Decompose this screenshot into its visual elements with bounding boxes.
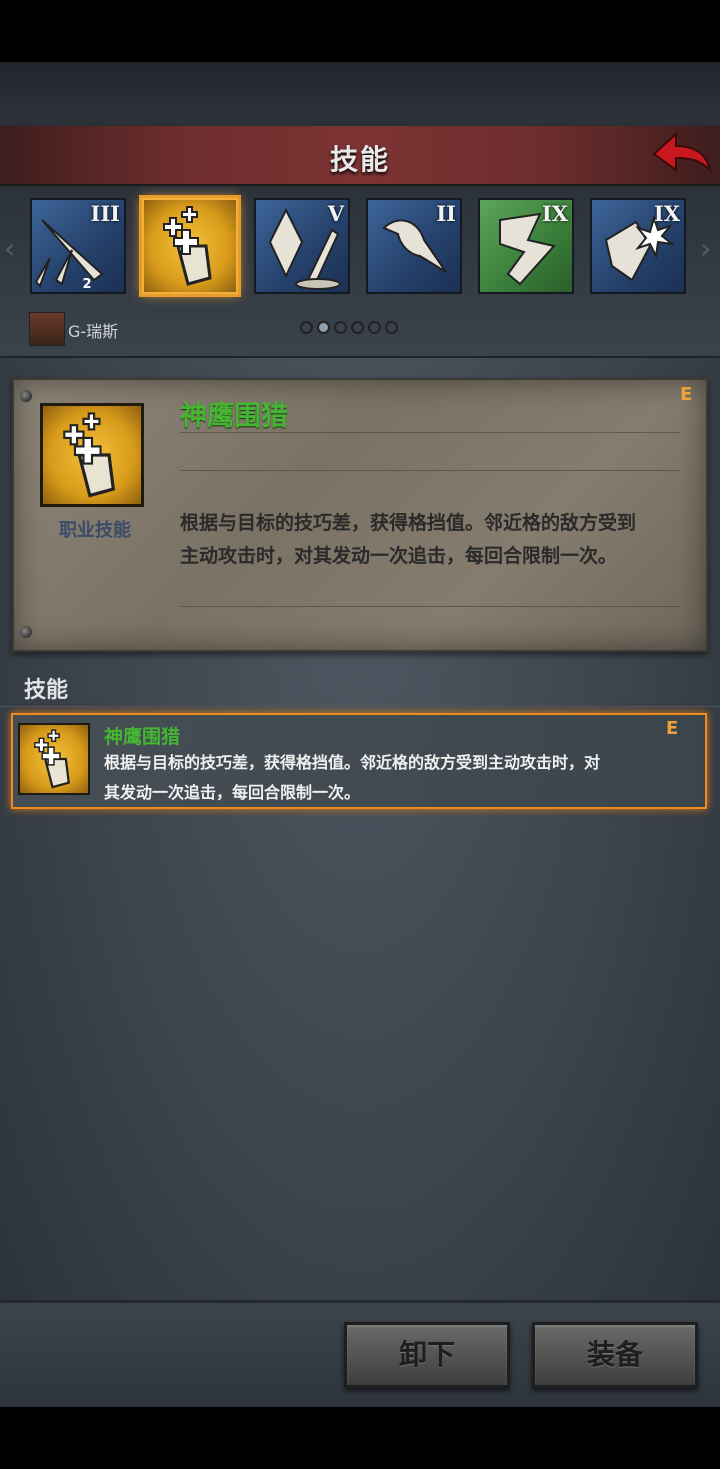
list-skill-description: 根据与目标的技巧差，获得格挡值。邻近格的敌方受到主动攻击时，对其发动一次追击，每… (104, 753, 601, 802)
skill-slot-6[interactable]: IX (590, 198, 686, 294)
skills-section-title: 技能 (24, 678, 69, 703)
skill-slot-3[interactable]: V (254, 198, 350, 294)
unequip-button[interactable]: 卸下 (344, 1322, 510, 1388)
section-divider (0, 706, 720, 707)
detail-skill-icon (40, 403, 144, 507)
list-skill-icon (18, 723, 90, 795)
divider (180, 606, 680, 607)
divider (180, 470, 680, 471)
page-title: 技能 (329, 143, 390, 176)
top-spacer (0, 62, 720, 126)
page-dot-active[interactable] (317, 321, 330, 334)
character-name: G-瑞斯 (68, 322, 119, 341)
character-avatar (29, 312, 65, 346)
detail-description: 根据与目标的技巧差，获得格挡值。邻近格的敌方受到主动攻击时，对其发动一次追击，每… (180, 512, 637, 567)
detail-grade: E (680, 384, 693, 405)
rivet-icon (20, 390, 32, 402)
skill-slot-2[interactable] (142, 198, 238, 294)
prev-arrow-icon[interactable]: ‹ (4, 232, 15, 265)
page-dot[interactable] (334, 321, 347, 334)
skill-rank: II (436, 201, 456, 226)
status-bar (0, 0, 720, 62)
class-skill-label: 职业技能 (59, 520, 131, 541)
next-arrow-icon[interactable]: › (700, 232, 711, 265)
rivet-icon (20, 626, 32, 638)
level-badge: 2 (74, 272, 100, 298)
detail-skill-name: 神鹰围猎 (180, 401, 288, 432)
page-dot[interactable] (300, 321, 313, 334)
page-dot[interactable] (385, 321, 398, 334)
skill-slot-5[interactable]: IX (478, 198, 574, 294)
skill-rank: IX (653, 201, 680, 226)
skill-rank: IX (541, 201, 568, 226)
equip-button[interactable]: 装备 (532, 1322, 698, 1388)
skill-rank: III (90, 201, 120, 226)
navigation-bar (0, 1407, 720, 1469)
gauntlet-icon (63, 412, 116, 498)
back-arrow-icon (652, 131, 712, 174)
gauntlet-icon (163, 206, 212, 286)
list-skill-grade: E (666, 718, 679, 739)
list-skill-name: 神鹰围猎 (104, 726, 181, 748)
back-button[interactable] (648, 130, 712, 180)
page-indicator (300, 321, 398, 334)
page-dot[interactable] (368, 321, 381, 334)
gauntlet-icon (34, 729, 71, 789)
title-bar: 技能 (0, 126, 720, 187)
skill-slot-4[interactable]: II (366, 198, 462, 294)
page-dot[interactable] (351, 321, 364, 334)
skill-rank: V (327, 201, 344, 226)
